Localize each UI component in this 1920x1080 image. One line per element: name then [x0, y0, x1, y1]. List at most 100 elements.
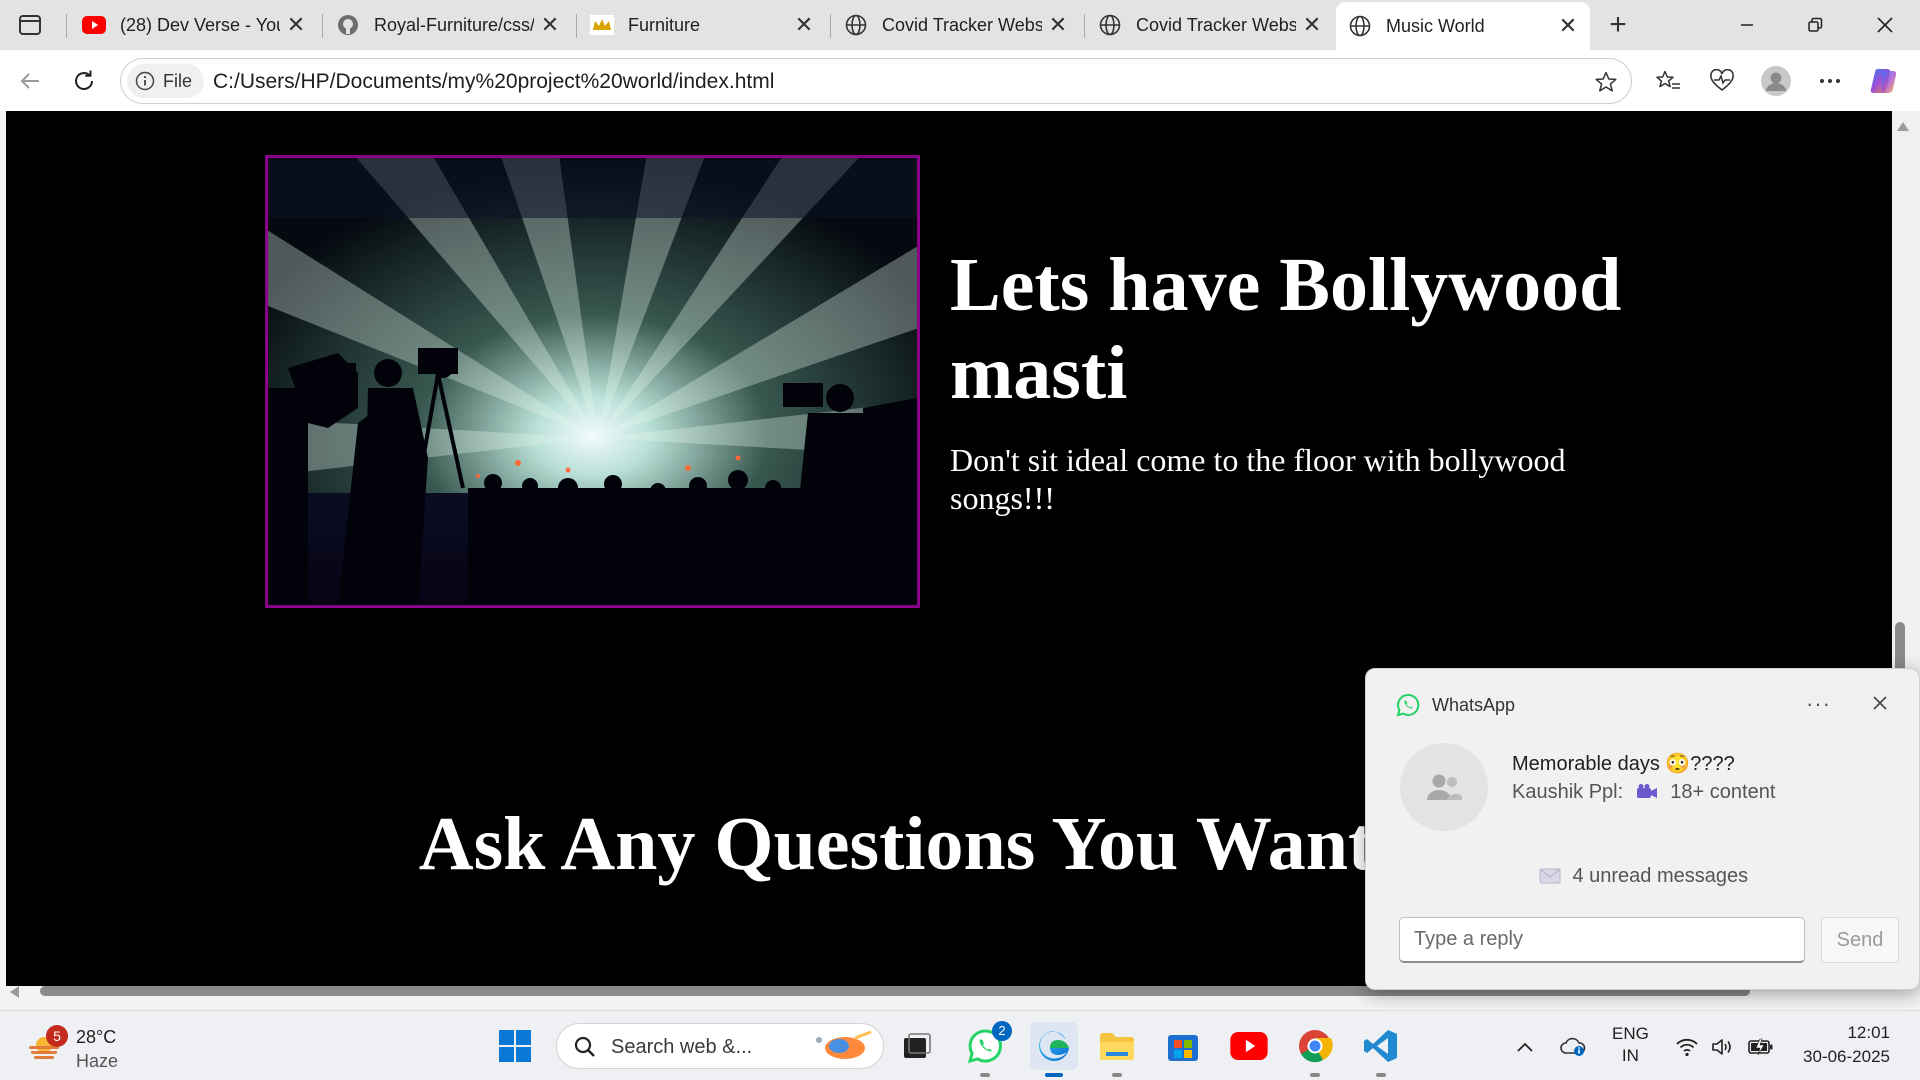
close-tab-icon[interactable]: ✕ — [286, 12, 306, 38]
wifi-icon — [1676, 1038, 1698, 1057]
battery-tray-button[interactable] — [1748, 1035, 1774, 1059]
settings-more-button[interactable] — [1812, 63, 1848, 99]
reply-input[interactable] — [1399, 917, 1805, 963]
browser-essentials-button[interactable] — [1704, 63, 1740, 99]
taskbar-vscode[interactable] — [1360, 1025, 1402, 1067]
store-icon — [1168, 1035, 1198, 1061]
notification-message: Memorable days 😳???? — [1512, 753, 1735, 775]
globe-icon — [844, 13, 868, 37]
tab-actions-button[interactable] — [12, 10, 48, 40]
running-indicator — [1376, 1073, 1386, 1077]
globe-icon — [1098, 13, 1122, 37]
close-window-button[interactable] — [1862, 8, 1908, 42]
whatsapp-notification[interactable]: WhatsApp ··· Memorable days 😳???? Kaushi… — [1365, 668, 1920, 990]
tab-title: Covid Tracker Websi — [1136, 14, 1296, 35]
notification-more-button[interactable]: ··· — [1806, 691, 1831, 717]
hero-subtitle: Don't sit ideal come to the floor with b… — [950, 442, 1566, 516]
taskbar-file-explorer[interactable] — [1096, 1025, 1138, 1067]
close-tab-icon[interactable]: ✕ — [794, 12, 814, 38]
running-indicator — [1112, 1073, 1122, 1077]
scroll-up-arrow-icon[interactable] — [1894, 118, 1912, 136]
clock-date: 30-06-2025 — [1803, 1047, 1890, 1066]
tab-title: Covid Tracker Websi — [882, 14, 1042, 35]
weather-widget[interactable]: 5 28°C Haze — [22, 1019, 132, 1073]
taskbar-search[interactable]: Search web &... — [556, 1023, 884, 1069]
start-button[interactable] — [494, 1025, 536, 1067]
wifi-tray-button[interactable] — [1674, 1035, 1700, 1059]
taskbar-clock[interactable]: 12:01 30-06-2025 — [1790, 1021, 1890, 1069]
close-tab-icon[interactable]: ✕ — [540, 12, 560, 38]
github-icon — [336, 13, 360, 37]
taskbar-edge[interactable] — [1030, 1022, 1078, 1070]
weather-condition: Haze — [76, 1051, 119, 1071]
edge-icon — [1039, 1031, 1069, 1061]
tab-separator — [66, 14, 67, 38]
browser-toolbar: File C:/Users/HP/Documents/my%20project%… — [0, 50, 1920, 111]
cloud-sync-icon — [1560, 1037, 1586, 1056]
address-bar[interactable]: File C:/Users/HP/Documents/my%20project%… — [120, 58, 1632, 104]
tab-covid-tracker-2[interactable]: Covid Tracker Websi ✕ — [1086, 4, 1334, 46]
site-info-chip[interactable]: File — [127, 64, 205, 98]
notification-sender: Kaushik Ppl: — [1512, 781, 1624, 803]
crown-icon — [590, 13, 614, 37]
youtube-icon — [1230, 1032, 1268, 1060]
profile-button[interactable] — [1758, 63, 1794, 99]
whatsapp-unread-badge: 2 — [992, 1021, 1012, 1041]
taskbar-youtube[interactable] — [1228, 1025, 1270, 1067]
close-icon — [1877, 17, 1893, 33]
tab-furniture[interactable]: Furniture ✕ — [578, 4, 826, 46]
task-view-icon — [904, 1033, 931, 1058]
concert-hero-image — [265, 155, 920, 608]
close-tab-icon[interactable]: ✕ — [1302, 12, 1322, 38]
more-horizontal-icon: ··· — [1806, 691, 1831, 716]
task-view-button[interactable] — [896, 1025, 938, 1067]
weather-alert-badge: 5 — [46, 1025, 68, 1047]
tab-covid-tracker-1[interactable]: Covid Tracker Websi ✕ — [832, 4, 1080, 46]
tab-music-world[interactable]: Music World ✕ — [1336, 2, 1590, 50]
search-highlight-icon — [816, 1030, 872, 1059]
close-icon — [1873, 696, 1887, 710]
tab-actions-icon — [19, 15, 41, 35]
search-placeholder: Search web &... — [611, 1036, 753, 1058]
close-tab-icon[interactable]: ✕ — [1048, 12, 1068, 38]
vscode-icon — [1364, 1030, 1397, 1062]
tab-github[interactable]: Royal-Furniture/css/ ✕ — [324, 4, 572, 46]
notification-sender-line: Kaushik Ppl: 18+ content — [1512, 781, 1775, 804]
send-button[interactable]: Send — [1821, 917, 1899, 963]
info-icon — [135, 71, 155, 91]
tab-title: Royal-Furniture/css/ — [374, 14, 534, 35]
onedrive-tray-button[interactable] — [1560, 1035, 1586, 1059]
globe-icon — [1348, 14, 1372, 38]
tab-title: Music World — [1386, 15, 1485, 36]
refresh-button[interactable] — [66, 63, 102, 99]
new-tab-button[interactable]: + — [1602, 10, 1634, 42]
show-hidden-icons-button[interactable] — [1512, 1035, 1538, 1059]
speaker-icon — [1712, 1039, 1731, 1055]
copilot-icon — [1870, 69, 1897, 93]
tab-separator — [830, 14, 831, 38]
unread-count: 4 unread messages — [1366, 865, 1920, 888]
back-button[interactable] — [12, 63, 48, 99]
volume-tray-button[interactable] — [1710, 1035, 1736, 1059]
taskbar-chrome[interactable] — [1294, 1025, 1336, 1067]
minimize-button[interactable] — [1724, 8, 1770, 42]
taskbar-microsoft-store[interactable] — [1162, 1025, 1204, 1067]
back-arrow-icon — [20, 73, 39, 89]
video-camera-icon — [1636, 784, 1657, 798]
scroll-left-arrow-icon[interactable] — [6, 983, 24, 1001]
hero-title: Lets have Bollywood masti — [950, 243, 1622, 415]
notification-app-name: WhatsApp — [1432, 694, 1516, 715]
notification-attachment: 18+ content — [1670, 781, 1776, 803]
url-text[interactable]: C:/Users/HP/Documents/my%20project%20wor… — [213, 70, 774, 94]
tab-title: Furniture — [628, 14, 701, 35]
tab-youtube[interactable]: (28) Dev Verse - You ✕ — [70, 4, 318, 46]
notification-close-button[interactable] — [1868, 691, 1892, 715]
restore-button[interactable] — [1792, 8, 1838, 42]
minimize-icon — [1741, 24, 1753, 26]
favorites-button[interactable] — [1650, 63, 1686, 99]
copilot-button[interactable] — [1866, 63, 1902, 99]
input-language-indicator[interactable]: ENG IN — [1612, 1023, 1649, 1067]
close-tab-icon[interactable]: ✕ — [1558, 13, 1578, 39]
favorite-button[interactable] — [1591, 67, 1621, 97]
tab-separator — [1084, 14, 1085, 38]
